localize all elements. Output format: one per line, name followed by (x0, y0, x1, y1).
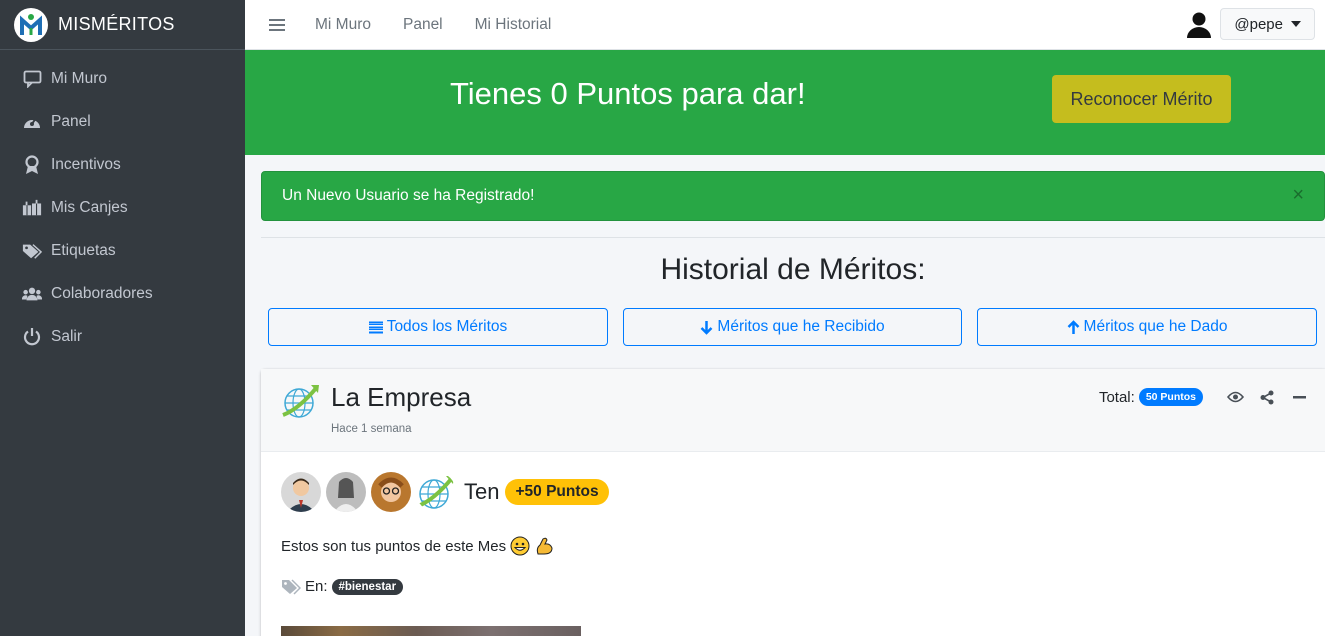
message-text: Estos son tus puntos de este Mes (281, 537, 507, 555)
flexed-biceps-icon (534, 536, 554, 556)
banner-title: Tienes 0 Puntos para dar! (450, 76, 806, 111)
list-icon (368, 321, 383, 334)
dashboard-gauge-icon (22, 112, 42, 132)
sidebar-item-mis-canjes[interactable]: Mis Canjes (0, 186, 245, 229)
alert-text: Un Nuevo Usuario se ha Registrado! (282, 187, 535, 204)
user-area: @pepe (1184, 8, 1315, 40)
brand-logo-icon (14, 7, 48, 42)
tags-icon (22, 241, 42, 261)
card-tools: Total: 50 Puntos (1099, 385, 1311, 409)
caret-down-icon (1291, 21, 1301, 27)
filter-given-button[interactable]: Méritos que he Dado (977, 308, 1317, 346)
sidebar-item-panel[interactable]: Panel (0, 100, 245, 143)
sidebar-item-label: Etiquetas (51, 241, 116, 259)
user-name: @pepe (1234, 15, 1283, 33)
minus-icon[interactable] (1287, 385, 1311, 409)
filter-received-label: Méritos que he Recibido (717, 318, 885, 335)
brand[interactable]: MISMÉRITOS (0, 0, 245, 50)
total-badge: 50 Puntos (1138, 388, 1203, 406)
filter-all-button[interactable]: Todos los Méritos (268, 308, 608, 346)
merit-card: La Empresa Hace 1 semana Total: 50 Punto… (261, 369, 1325, 636)
post-image (281, 626, 581, 636)
points-banner: Tienes 0 Puntos para dar! Reconocer Méri… (245, 50, 1325, 155)
top-navbar: Mi Muro Panel Mi Historial @pepe (245, 0, 1325, 50)
sidebar-item-label: Panel (51, 112, 91, 130)
tags-icon (281, 578, 301, 595)
history-title: Historial de Méritos: (660, 253, 926, 286)
merit-message: Estos son tus puntos de este Mes (281, 536, 554, 556)
sidebar-nav: Mi Muro Panel Incentivos Mis Canjes Etiq… (0, 50, 245, 358)
award-icon (22, 154, 42, 175)
sidebar-item-etiquetas[interactable]: Etiquetas (0, 229, 245, 272)
gifts-icon (22, 198, 42, 218)
top-link-panel[interactable]: Panel (403, 16, 443, 34)
company-globe-logo-icon (281, 381, 321, 421)
sidebar-item-mi-muro[interactable]: Mi Muro (0, 57, 245, 100)
ten-label: Ten (464, 479, 500, 504)
top-link-mi-muro[interactable]: Mi Muro (315, 16, 371, 34)
top-link-mi-historial[interactable]: Mi Historial (475, 16, 552, 34)
company-globe-logo-icon[interactable] (416, 472, 456, 512)
brand-text: MISMÉRITOS (58, 14, 175, 34)
arrow-up-icon (1067, 319, 1080, 335)
recipient-avatar[interactable] (326, 472, 366, 512)
power-icon (22, 327, 42, 347)
sidebar-item-colaboradores[interactable]: Colaboradores (0, 272, 245, 315)
card-title: La Empresa (331, 382, 472, 412)
close-icon[interactable]: × (1292, 185, 1304, 205)
sidebar-item-salir[interactable]: Salir (0, 315, 245, 358)
card-header: La Empresa Hace 1 semana Total: 50 Punto… (261, 369, 1325, 452)
total-label: Total: (1098, 388, 1135, 406)
eye-icon[interactable] (1223, 385, 1247, 409)
tag-badge[interactable]: #bienestar (331, 578, 404, 595)
user-avatar-icon (1184, 9, 1214, 39)
menu-toggle-icon[interactable] (269, 16, 285, 34)
sidebar-item-label: Salir (51, 327, 83, 345)
card-timestamp: Hace 1 semana (331, 423, 412, 435)
sidebar-item-incentivos[interactable]: Incentivos (0, 143, 245, 186)
user-dropdown-button[interactable]: @pepe (1220, 8, 1315, 40)
arrow-down-icon (700, 320, 713, 335)
sidebar: MISMÉRITOS Mi Muro Panel Incentivos Mis … (0, 0, 245, 636)
tags-row: En: #bienestar (281, 578, 404, 595)
filter-all-label: Todos los Méritos (386, 318, 508, 335)
divider (261, 237, 1325, 238)
sidebar-item-label: Incentivos (51, 155, 121, 173)
recipient-avatar[interactable] (281, 472, 321, 512)
comment-icon (22, 69, 42, 89)
sidebar-item-label: Mis Canjes (51, 198, 128, 216)
tags-label: En: (305, 578, 328, 595)
sidebar-item-label: Colaboradores (51, 284, 153, 302)
filter-given-label: Méritos que he Dado (1083, 318, 1228, 335)
recipient-avatar[interactable] (371, 472, 411, 512)
success-alert: Un Nuevo Usuario se ha Registrado! × (261, 171, 1325, 221)
points-badge: +50 Puntos (505, 479, 609, 505)
recipients-row: Ten +50 Puntos (281, 472, 609, 512)
filter-received-button[interactable]: Méritos que he Recibido (623, 308, 962, 346)
users-icon (22, 284, 42, 304)
recognize-merit-button[interactable]: Reconocer Mérito (1052, 75, 1231, 123)
sidebar-item-label: Mi Muro (51, 69, 107, 87)
share-icon[interactable] (1255, 385, 1279, 409)
grinning-face-icon (510, 536, 530, 556)
